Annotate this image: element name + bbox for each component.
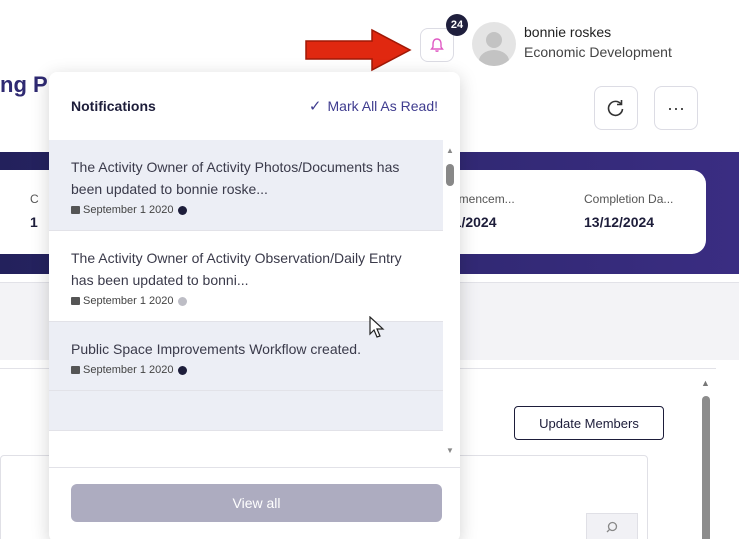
- notifications-title: Notifications: [71, 98, 156, 114]
- check-icon: ✓: [308, 98, 322, 115]
- read-dot-icon: [177, 296, 187, 306]
- unread-dot-icon: [177, 365, 187, 375]
- user-profile[interactable]: bonnie roskes Economic Development: [472, 22, 672, 66]
- calendar-icon: [71, 206, 80, 214]
- unread-dot-icon: [177, 205, 187, 215]
- notification-text: The Activity Owner of Activity Photos/Do…: [71, 159, 400, 197]
- mark-all-read-label: Mark All As Read!: [327, 98, 439, 114]
- calendar-icon: [71, 366, 80, 374]
- page-scrollbar[interactable]: ▲: [698, 376, 714, 539]
- completion-date-field: Completion Da... 13/12/2024: [584, 192, 674, 230]
- refresh-icon: [607, 100, 624, 117]
- notification-date: September 1 2020: [83, 204, 174, 216]
- notification-date: September 1 2020: [83, 364, 174, 376]
- scroll-up-icon[interactable]: ▲: [446, 146, 454, 155]
- notifications-dropdown: Notifications ✓ Mark All As Read! The Ac…: [49, 72, 460, 539]
- user-department: Economic Development: [524, 44, 672, 60]
- scrollbar-thumb[interactable]: [702, 396, 710, 539]
- more-icon: ···: [667, 97, 685, 118]
- view-all-button[interactable]: View all: [71, 484, 442, 522]
- notification-text: The Activity Owner of Activity Observati…: [71, 250, 402, 288]
- mouse-cursor-icon: [369, 316, 385, 338]
- notifications-list: The Activity Owner of Activity Photos/Do…: [49, 140, 443, 465]
- refresh-button[interactable]: [594, 86, 638, 130]
- notifications-header: Notifications ✓ Mark All As Read!: [49, 72, 460, 140]
- search-icon: [606, 521, 618, 533]
- notification-date: September 1 2020: [83, 295, 174, 307]
- scroll-up-icon[interactable]: ▲: [701, 378, 710, 388]
- notifications-footer: View all: [49, 467, 460, 539]
- notification-text: Public Space Improvements Workflow creat…: [71, 341, 361, 357]
- calendar-icon: [71, 297, 80, 305]
- notification-item[interactable]: The Activity Owner of Activity Photos/Do…: [49, 140, 443, 231]
- info-field: C 1: [30, 192, 39, 230]
- more-options-button[interactable]: ···: [654, 86, 698, 130]
- bell-icon: [430, 38, 444, 52]
- notification-count-badge: 24: [446, 14, 468, 36]
- page-title: ng P: [0, 72, 48, 97]
- notification-item[interactable]: The Activity Owner of Activity Observati…: [49, 231, 443, 322]
- search-button[interactable]: [586, 513, 638, 539]
- scrollbar-thumb[interactable]: [446, 164, 454, 186]
- update-members-button[interactable]: Update Members: [514, 406, 664, 440]
- user-name: bonnie roskes: [524, 24, 612, 40]
- mark-all-read-link[interactable]: ✓ Mark All As Read!: [309, 97, 438, 115]
- red-arrow-annotation: [305, 28, 412, 72]
- notifications-scrollbar[interactable]: ▲ ▼: [443, 144, 457, 462]
- scroll-down-icon[interactable]: ▼: [446, 446, 454, 455]
- avatar: [472, 22, 516, 66]
- notification-item[interactable]: [49, 391, 443, 431]
